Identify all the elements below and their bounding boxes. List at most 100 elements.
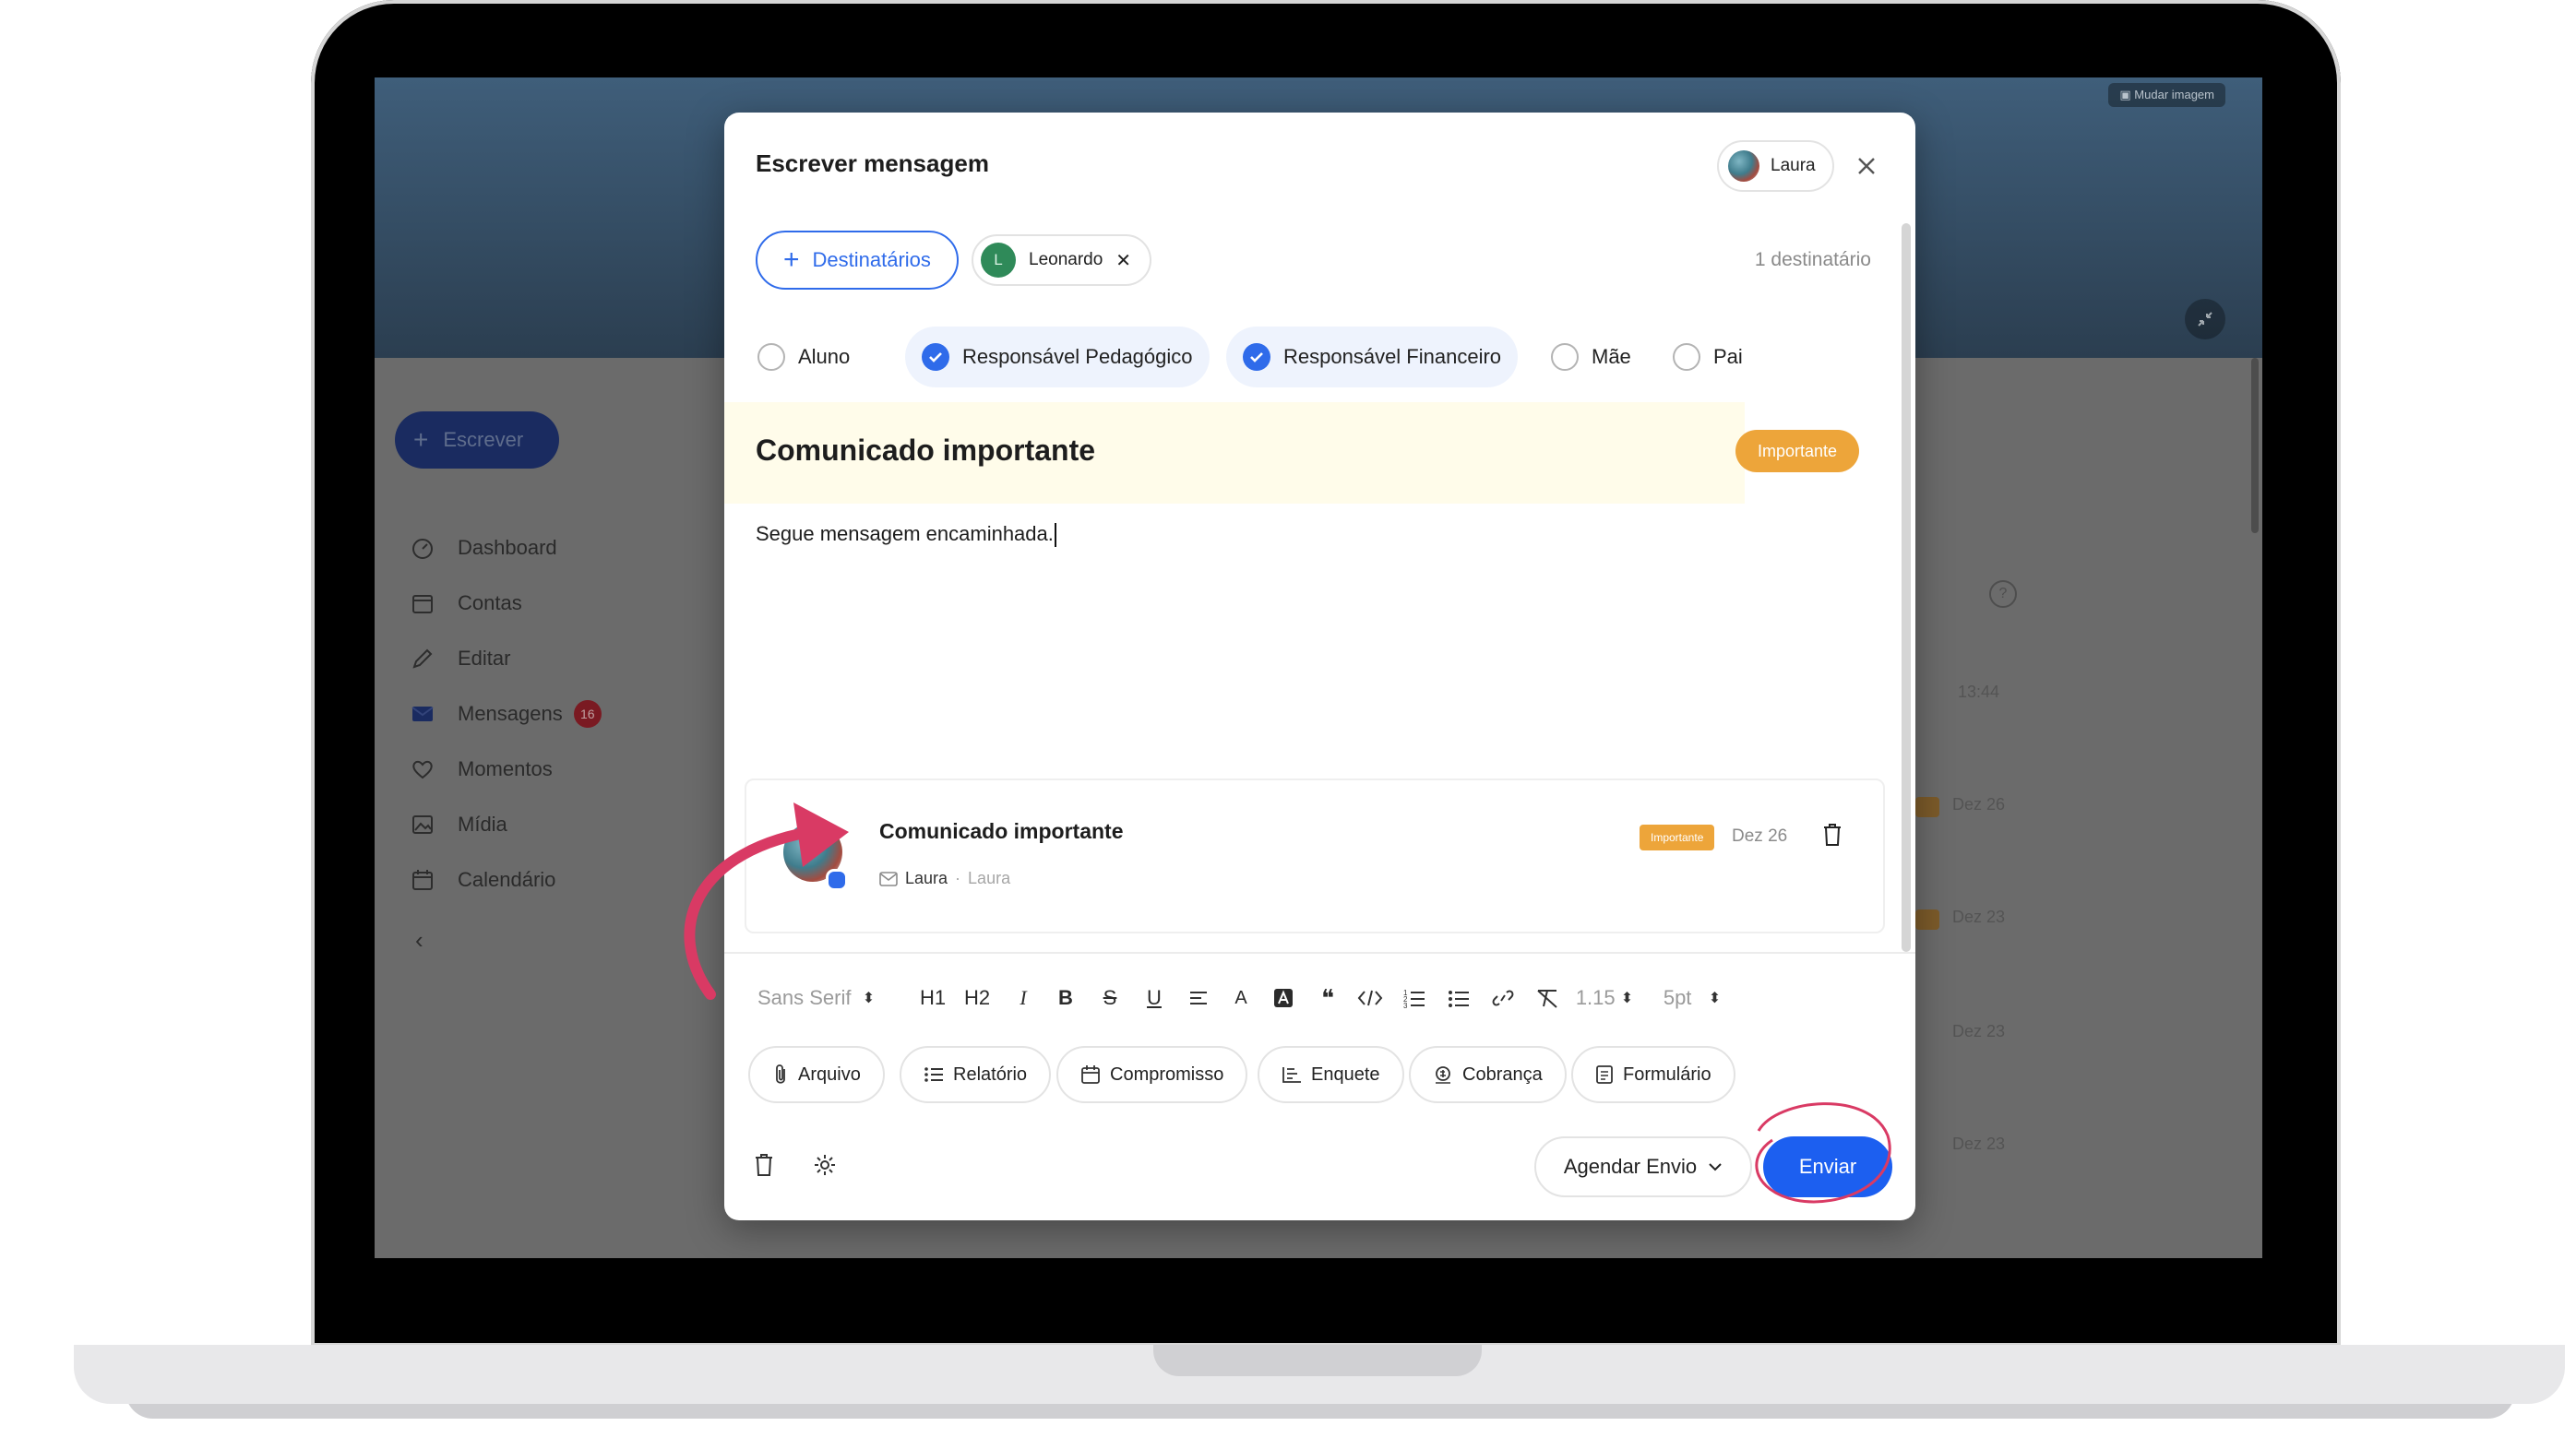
link-button[interactable]: [1485, 980, 1521, 1016]
list-item-time: Dez 26: [1952, 795, 2006, 814]
importance-badge[interactable]: Importante: [1735, 430, 1860, 472]
close-button[interactable]: [1850, 149, 1883, 183]
forwarded-importance-badge: Importante: [1640, 825, 1715, 850]
help-icon[interactable]: ?: [1989, 580, 2017, 608]
schedule-send-button[interactable]: Agendar Envio: [1534, 1136, 1752, 1197]
recipient-avatar: L: [981, 243, 1016, 278]
chevron-left-icon[interactable]: ‹: [415, 926, 423, 955]
collapse-banner-button[interactable]: [2185, 299, 2225, 339]
nav-item-editar[interactable]: Editar: [410, 640, 510, 677]
nav-item-dashboard[interactable]: Dashboard: [410, 529, 557, 566]
list-item-time: 13:44: [1958, 683, 2000, 701]
remove-forwarded-button[interactable]: [1822, 823, 1843, 847]
poll-button[interactable]: Enquete: [1258, 1046, 1404, 1103]
nav-item-mensagens[interactable]: Mensagens 16: [410, 695, 602, 732]
align-button[interactable]: [1180, 980, 1217, 1016]
report-button[interactable]: Relatório: [900, 1046, 1052, 1103]
radio-unchecked-icon: [1673, 343, 1700, 371]
modal-scrollbar[interactable]: [1902, 223, 1911, 952]
recipient-chip[interactable]: L Leonardo ✕: [972, 234, 1152, 286]
forwarded-message-card[interactable]: [745, 778, 1885, 933]
link-icon: [1492, 990, 1514, 1006]
clear-format-icon: [1537, 990, 1557, 1008]
message-settings-button[interactable]: [813, 1153, 837, 1177]
list-item-time: Dez 23: [1952, 908, 2006, 926]
charge-button[interactable]: Cobrança: [1409, 1046, 1567, 1103]
role-option-responsavel-financeiro[interactable]: Responsável Financeiro: [1226, 327, 1519, 387]
form-button[interactable]: Formulário: [1571, 1046, 1735, 1103]
bullet-list-icon: [1449, 991, 1469, 1007]
dashboard-icon: [410, 535, 435, 561]
list-item-badge: [1915, 909, 1939, 930]
checkmark-icon: [922, 343, 949, 371]
highlight-icon: [1274, 989, 1293, 1007]
compose-message-modal: Escrever mensagem Laura + Destinatários …: [724, 113, 1915, 1220]
change-image-button[interactable]: ▣ Mudar imagem: [2108, 83, 2225, 107]
discard-draft-button[interactable]: [754, 1153, 774, 1177]
calendar-icon: [410, 867, 435, 893]
list-item-time: Dez 23: [1952, 1135, 2006, 1153]
heading1-button[interactable]: H1: [914, 980, 951, 1016]
gear-icon: [815, 1155, 835, 1175]
role-option-pai[interactable]: Pai: [1656, 327, 1759, 387]
poll-icon: [1282, 1067, 1301, 1083]
trash-icon: [756, 1154, 772, 1176]
code-icon: [1357, 990, 1383, 1006]
role-option-mae[interactable]: Mãe: [1534, 327, 1648, 387]
laptop-notch: [1153, 1345, 1482, 1376]
code-button[interactable]: [1352, 980, 1389, 1016]
remove-recipient-icon[interactable]: ✕: [1115, 249, 1131, 272]
nav-item-calendario[interactable]: Calendário: [410, 862, 555, 898]
page-scrollbar[interactable]: [2251, 358, 2259, 533]
nav-item-midia[interactable]: Mídia: [410, 806, 507, 843]
form-icon: [1596, 1065, 1613, 1084]
strikethrough-button[interactable]: S: [1091, 980, 1128, 1016]
trash-icon: [1824, 824, 1841, 846]
close-icon: [1858, 158, 1875, 174]
pointer-arrow-annotation: [684, 802, 849, 1000]
bullet-list-button[interactable]: [1440, 980, 1477, 1016]
unread-badge: 16: [573, 700, 602, 728]
compose-button[interactable]: + Escrever: [395, 411, 559, 469]
checkmark-icon: [1243, 343, 1270, 371]
image-icon: [410, 812, 435, 838]
attach-file-button[interactable]: Arquivo: [748, 1046, 885, 1103]
heading2-button[interactable]: H2: [959, 980, 996, 1016]
calendar-icon: [410, 590, 435, 616]
recipient-count: 1 destinatário: [1754, 249, 1871, 270]
font-size-select[interactable]: 5pt ⬍: [1651, 980, 1734, 1016]
line-height-select[interactable]: 1.15 ⬍: [1568, 980, 1641, 1016]
role-option-responsavel-pedagogico[interactable]: Responsável Pedagógico: [905, 327, 1210, 387]
nav-item-momentos[interactable]: Momentos: [410, 751, 553, 788]
ordered-list-button[interactable]: 123: [1396, 980, 1433, 1016]
image-icon: ▣: [2119, 88, 2135, 101]
sender-selector[interactable]: Laura: [1717, 140, 1834, 192]
modal-title: Escrever mensagem: [756, 149, 989, 177]
send-button-highlight-circle: [1755, 1102, 1891, 1204]
text-color-button[interactable]: A: [1222, 980, 1259, 1016]
nav-item-contas[interactable]: Contas: [410, 585, 522, 622]
radio-unchecked-icon: [1551, 343, 1579, 371]
heart-icon: [410, 756, 435, 782]
add-recipients-button[interactable]: + Destinatários: [756, 231, 959, 290]
svg-text:3: 3: [1403, 1002, 1408, 1008]
role-option-aluno[interactable]: Aluno: [741, 327, 866, 387]
underline-button[interactable]: U: [1136, 980, 1173, 1016]
message-body-editor[interactable]: Segue mensagem encaminhada.: [756, 522, 1056, 548]
forwarded-message-date: Dez 26: [1732, 826, 1788, 846]
bold-button[interactable]: B: [1047, 980, 1084, 1016]
select-arrows-icon: ⬍: [1708, 991, 1722, 1006]
list-item-time: Dez 23: [1952, 1022, 2006, 1040]
quote-icon: ❝: [1321, 983, 1334, 1012]
subject-input[interactable]: Comunicado importante: [756, 434, 1095, 468]
highlight-button[interactable]: [1265, 980, 1302, 1016]
clear-format-button[interactable]: [1529, 980, 1566, 1016]
select-arrows-icon: ⬍: [1620, 991, 1634, 1006]
quote-button[interactable]: ❝: [1309, 980, 1346, 1016]
appointment-button[interactable]: Compromisso: [1056, 1046, 1248, 1103]
ordered-list-icon: 123: [1403, 989, 1425, 1008]
align-left-icon: [1190, 992, 1207, 1004]
paperclip-icon: [776, 1064, 785, 1084]
list-icon: [924, 1067, 943, 1082]
italic-button[interactable]: I: [1005, 980, 1042, 1016]
